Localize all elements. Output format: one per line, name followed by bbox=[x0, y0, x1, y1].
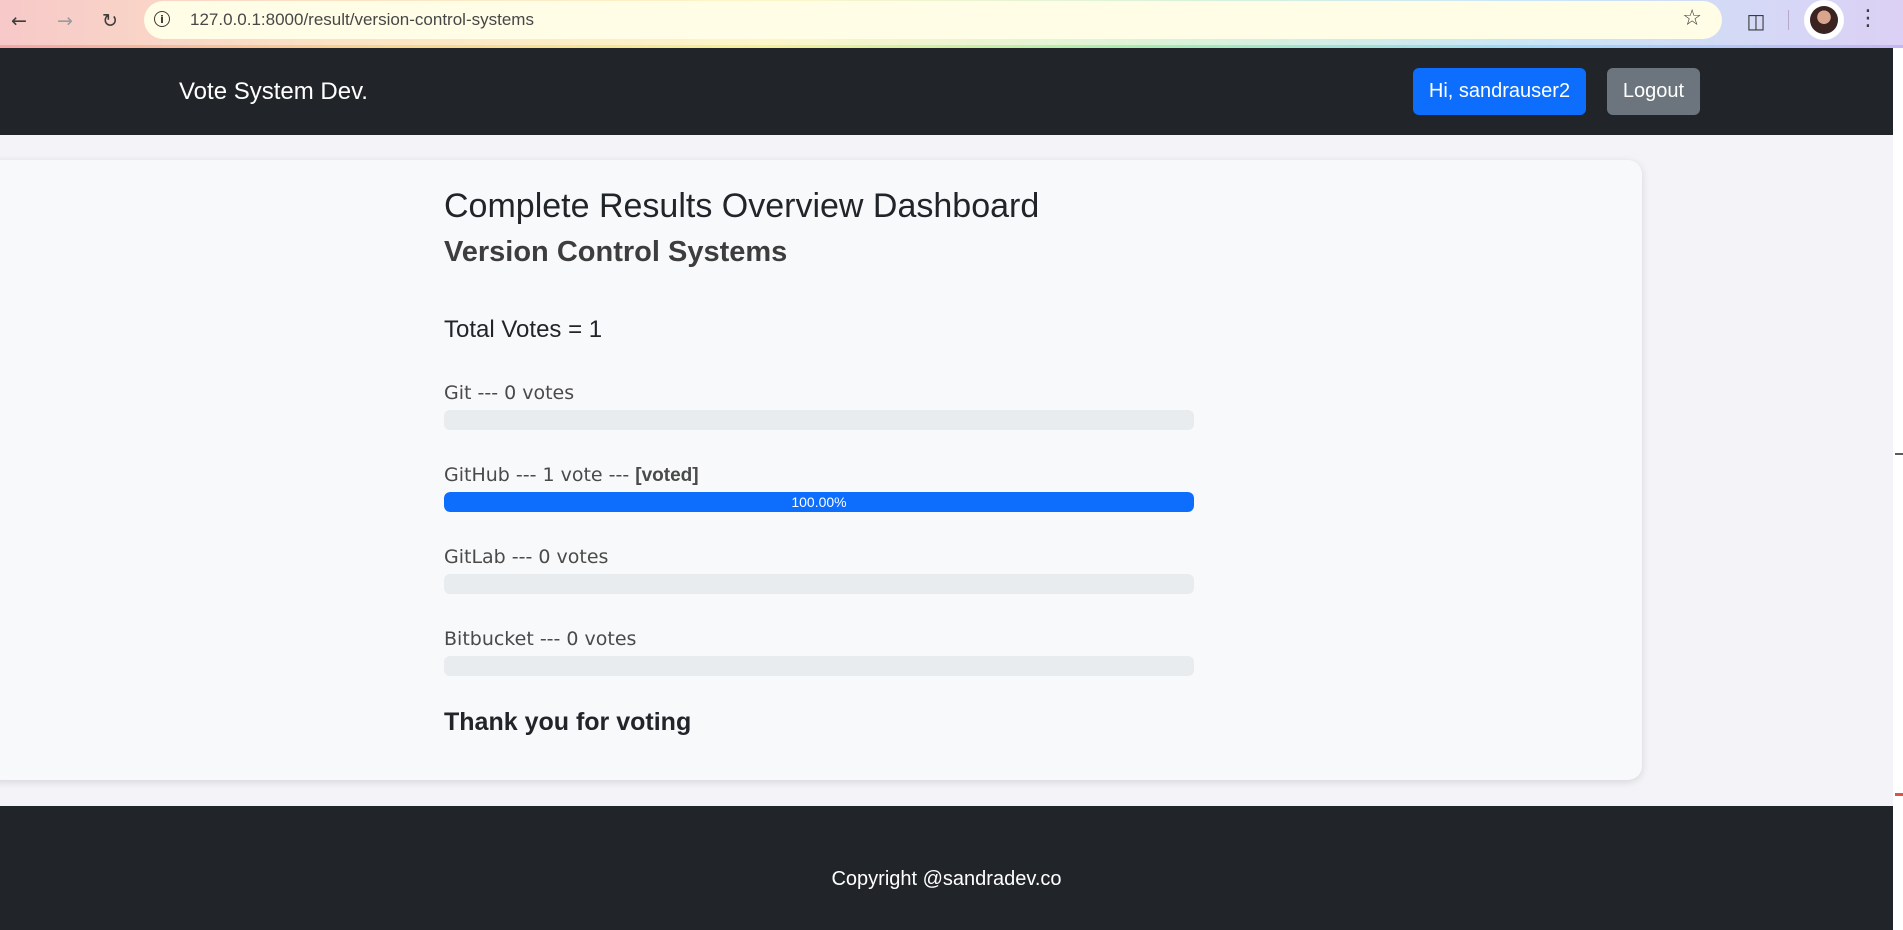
profile-avatar[interactable] bbox=[1810, 6, 1838, 34]
choice-label: GitLab --- 0 votes bbox=[444, 546, 609, 568]
progress-bar bbox=[444, 410, 1194, 430]
bookmark-star-icon[interactable]: ☆ bbox=[1682, 6, 1702, 31]
choice-item: Git --- 0 votes bbox=[444, 381, 1204, 430]
toolbar-divider bbox=[1788, 10, 1789, 30]
site-footer: Copyright @sandradev.co bbox=[0, 806, 1893, 930]
site-info-icon[interactable]: i bbox=[154, 11, 170, 27]
choice-item: Bitbucket --- 0 votes bbox=[444, 627, 1204, 676]
scroll-marker bbox=[1895, 453, 1903, 455]
choice-label: Bitbucket --- 0 votes bbox=[444, 628, 637, 650]
voted-badge: [voted] bbox=[635, 465, 699, 486]
kebab-menu-icon[interactable]: ⋮ bbox=[1857, 4, 1879, 34]
scrollbar[interactable] bbox=[1893, 48, 1903, 930]
thank-you-message: Thank you for voting bbox=[444, 708, 692, 736]
progress-bar bbox=[444, 574, 1194, 594]
site-navbar: Vote System Dev. Hi, sandrauser2 Logout bbox=[0, 48, 1893, 135]
choice-label: GitHub --- 1 vote --- bbox=[444, 464, 636, 486]
choice-label-row: GitHub --- 1 vote --- [voted] bbox=[444, 463, 1204, 488]
choice-label-row: GitLab --- 0 votes bbox=[444, 545, 1204, 570]
browser-toolbar: ← → ↻ i 127.0.0.1:8000/result/version-co… bbox=[0, 0, 1903, 48]
choice-label-row: Git --- 0 votes bbox=[444, 381, 1204, 406]
choice-label-row: Bitbucket --- 0 votes bbox=[444, 627, 1204, 652]
progress-fill: 100.00% bbox=[444, 492, 1194, 512]
extensions-puzzle-icon[interactable]: ◫ bbox=[1741, 6, 1771, 36]
total-votes: Total Votes = 1 bbox=[444, 316, 603, 343]
progress-bar bbox=[444, 656, 1194, 676]
progress-bar: 100.00% bbox=[444, 492, 1194, 512]
choice-item: GitHub --- 1 vote --- [voted] 100.00% bbox=[444, 463, 1204, 512]
reload-icon[interactable]: ↻ bbox=[95, 6, 125, 36]
url-text[interactable]: 127.0.0.1:8000/result/version-control-sy… bbox=[190, 10, 534, 30]
page-title: Complete Results Overview Dashboard bbox=[444, 187, 1040, 225]
scroll-marker-red bbox=[1895, 793, 1903, 796]
address-bar[interactable]: i 127.0.0.1:8000/result/version-control-… bbox=[144, 1, 1722, 39]
back-icon[interactable]: ← bbox=[4, 6, 34, 36]
brand-link[interactable]: Vote System Dev. bbox=[179, 78, 368, 106]
results-content: Complete Results Overview Dashboard Vers… bbox=[444, 184, 1204, 738]
user-greeting-button[interactable]: Hi, sandrauser2 bbox=[1413, 68, 1586, 115]
choice-item: GitLab --- 0 votes bbox=[444, 545, 1204, 594]
logout-button[interactable]: Logout bbox=[1607, 68, 1700, 115]
copyright-text: Copyright @sandradev.co bbox=[831, 868, 1062, 890]
choice-label: Git --- 0 votes bbox=[444, 382, 575, 404]
forward-icon[interactable]: → bbox=[50, 6, 80, 36]
poll-name: Version Control Systems bbox=[444, 236, 788, 268]
